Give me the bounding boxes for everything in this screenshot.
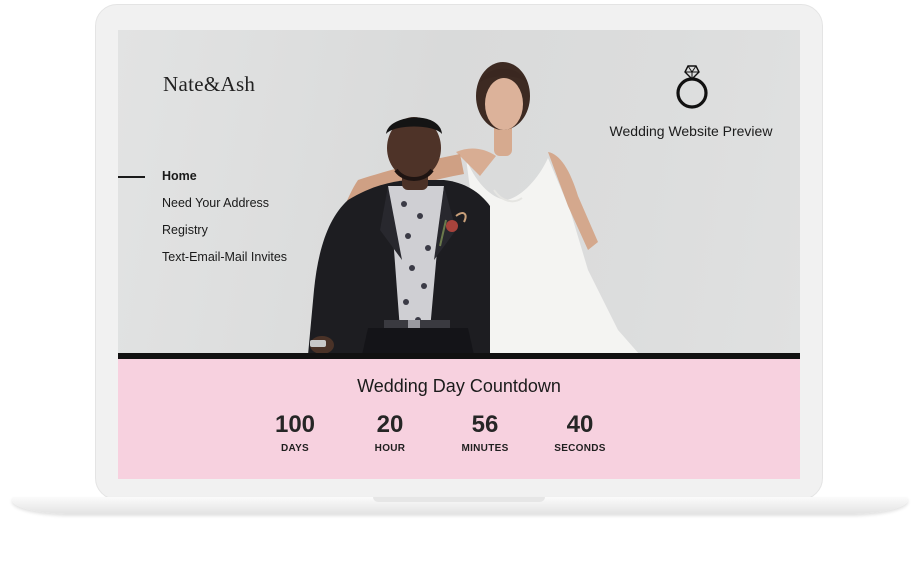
nav-item-home[interactable]: Home bbox=[118, 168, 287, 195]
countdown-seconds-label: SECONDS bbox=[554, 443, 606, 454]
countdown-hours-value: 20 bbox=[376, 411, 404, 438]
countdown-days-label: DAYS bbox=[280, 443, 310, 454]
countdown-minutes-value: 56 bbox=[471, 411, 499, 438]
brand-logo[interactable]: Nate&Ash bbox=[163, 72, 255, 97]
nav-item-label: Text-Email-Mail Invites bbox=[162, 250, 288, 264]
laptop-notch bbox=[373, 497, 545, 502]
countdown-days: 100 DAYS bbox=[250, 411, 340, 454]
site-nav: Home Need Your Address Registry Text-Ema… bbox=[118, 168, 287, 276]
countdown-minutes-label: MINUTES bbox=[461, 443, 509, 454]
countdown-title: Wedding Day Countdown bbox=[357, 376, 561, 396]
laptop-screen: Nate&Ash Home Need Your Address Registry… bbox=[118, 30, 800, 479]
nav-item-label: Registry bbox=[162, 223, 208, 237]
countdown-hours-label: HOUR bbox=[374, 443, 406, 454]
nav-item-label: Home bbox=[162, 169, 197, 183]
countdown-days-value: 100 bbox=[274, 411, 316, 438]
nav-item-invites[interactable]: Text-Email-Mail Invites bbox=[118, 249, 287, 276]
nav-item-need-your-address[interactable]: Need Your Address bbox=[118, 195, 287, 222]
countdown-hours: 20 HOUR bbox=[345, 411, 435, 454]
active-indicator bbox=[118, 176, 145, 178]
hero-section: Nate&Ash Home Need Your Address Registry… bbox=[118, 30, 800, 355]
countdown-seconds-value: 40 bbox=[566, 411, 594, 438]
nav-item-label: Need Your Address bbox=[162, 196, 270, 210]
countdown-minutes: 56 MINUTES bbox=[440, 411, 530, 454]
ring-icon bbox=[674, 62, 710, 112]
nav-item-registry[interactable]: Registry bbox=[118, 222, 287, 249]
countdown-seconds: 40 SECONDS bbox=[535, 411, 625, 454]
preview-label: Wedding Website Preview bbox=[609, 123, 773, 139]
countdown-section: Wedding Day Countdown 100 DAYS 20 HOUR 5… bbox=[118, 359, 800, 479]
